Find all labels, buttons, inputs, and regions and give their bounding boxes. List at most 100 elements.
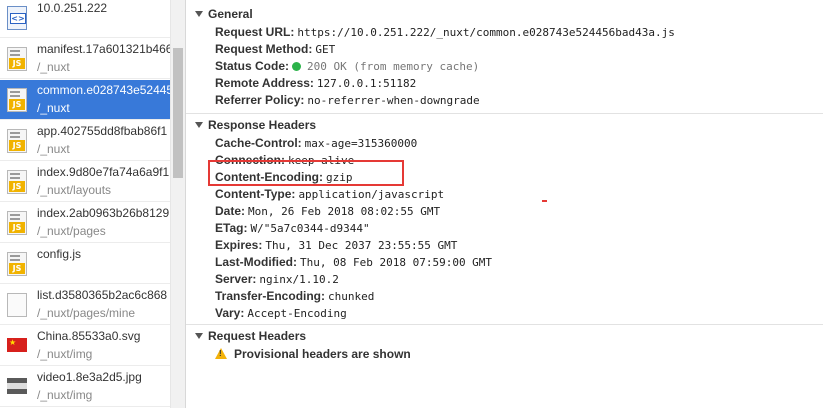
file-icon bbox=[7, 293, 27, 317]
request-path: /_nuxt/pages/mine bbox=[37, 306, 136, 320]
request-path: /_nuxt/pages bbox=[37, 224, 106, 238]
request-path: /_nuxt bbox=[37, 60, 70, 74]
js-file-icon: JS bbox=[7, 211, 27, 235]
header-key: Transfer-Encoding: bbox=[215, 289, 326, 303]
request-headers-section-title: Request Headers bbox=[208, 329, 307, 343]
general-section-toggle[interactable]: General bbox=[195, 7, 253, 21]
request-headers-section-toggle[interactable]: Request Headers bbox=[195, 329, 306, 343]
request-row[interactable]: <> 10.0.251.222 bbox=[0, 0, 170, 38]
remote-address-row: Remote Address: 127.0.0.1:51182 bbox=[215, 75, 416, 92]
response-header-row: Vary: Accept-Encoding bbox=[215, 305, 347, 322]
response-header-row: Date: Mon, 26 Feb 2018 08:02:55 GMT bbox=[215, 203, 440, 220]
expand-triangle-icon bbox=[195, 333, 203, 339]
status-code-value: 200 OK (from memory cache) bbox=[307, 60, 480, 73]
status-ok-dot-icon bbox=[292, 62, 302, 71]
response-header-row: Expires: Thu, 31 Dec 2037 23:55:55 GMT bbox=[215, 237, 457, 254]
request-name: list.d3580365b2ac6c868 bbox=[37, 288, 168, 302]
expand-triangle-icon bbox=[195, 122, 203, 128]
referrer-policy-value: no-referrer-when-downgrade bbox=[307, 94, 480, 107]
general-section-title: General bbox=[208, 7, 253, 21]
header-value: Thu, 31 Dec 2037 23:55:55 GMT bbox=[265, 239, 458, 252]
request-name: index.9d80e7fa74a6a9f1 bbox=[37, 165, 170, 179]
request-name: common.e028743e52445 bbox=[37, 83, 170, 97]
request-name: index.2ab0963b26b8129 bbox=[37, 206, 170, 220]
image-thumbnail-icon bbox=[7, 378, 27, 394]
request-name: config.js bbox=[37, 247, 82, 261]
js-file-icon: JS bbox=[7, 170, 27, 194]
header-value: chunked bbox=[328, 290, 375, 303]
request-method-row: Request Method: GET bbox=[215, 41, 335, 58]
response-headers-section-title: Response Headers bbox=[208, 118, 317, 132]
request-path: /_nuxt/layouts bbox=[37, 183, 112, 197]
remote-address-label: Remote Address: bbox=[215, 76, 314, 90]
provisional-headers-warning: Provisional headers are shown bbox=[215, 347, 411, 361]
request-name: app.402755dd8fbab86f1 bbox=[37, 124, 168, 138]
request-row[interactable]: list.d3580365b2ac6c868 /_nuxt/pages/mine bbox=[0, 285, 170, 325]
js-file-icon: JS bbox=[7, 129, 27, 153]
header-value: Mon, 26 Feb 2018 08:02:55 GMT bbox=[248, 205, 441, 218]
expand-triangle-icon bbox=[195, 11, 203, 17]
header-key: Server: bbox=[215, 272, 257, 286]
js-file-icon: JS bbox=[7, 88, 27, 112]
request-row[interactable]: JS index.9d80e7fa74a6a9f1 /_nuxt/layouts bbox=[0, 162, 170, 202]
js-file-icon: JS bbox=[7, 252, 27, 276]
referrer-policy-row: Referrer Policy: no-referrer-when-downgra… bbox=[215, 92, 480, 109]
response-header-row: Content-Type: application/javascript bbox=[215, 186, 444, 203]
status-code-row: Status Code: 200 OK (from memory cache) bbox=[215, 58, 479, 75]
header-value: nginx/1.10.2 bbox=[259, 273, 339, 286]
header-value: W/"5a7c0344-d9344" bbox=[250, 222, 370, 235]
request-row[interactable]: video1.8e3a2d5.jpg /_nuxt/img bbox=[0, 367, 170, 407]
provisional-headers-text: Provisional headers are shown bbox=[234, 347, 411, 361]
remote-address-value: 127.0.0.1:51182 bbox=[316, 77, 417, 90]
request-method-label: Request Method: bbox=[215, 42, 313, 56]
request-path: /_nuxt bbox=[37, 142, 70, 156]
header-key: ETag: bbox=[215, 221, 248, 235]
response-header-row: Last-Modified: Thu, 08 Feb 2018 07:59:00 … bbox=[215, 254, 492, 271]
status-code-label: Status Code: bbox=[215, 59, 290, 73]
response-headers-section-toggle[interactable]: Response Headers bbox=[195, 118, 316, 132]
header-value: Accept-Encoding bbox=[247, 307, 347, 320]
response-header-row: Server: nginx/1.10.2 bbox=[215, 271, 339, 288]
request-url-value: https://10.0.251.222/_nuxt/common.e02874… bbox=[297, 26, 675, 39]
response-header-row: ETag: W/"5a7c0344-d9344" bbox=[215, 220, 370, 237]
request-row[interactable]: JS app.402755dd8fbab86f1 /_nuxt bbox=[0, 121, 170, 161]
request-row[interactable]: JS config.js bbox=[0, 244, 170, 284]
html-document-icon: <> bbox=[7, 6, 27, 30]
request-path: /_nuxt bbox=[37, 101, 70, 115]
request-path: /_nuxt/img bbox=[37, 347, 93, 361]
china-flag-icon: ★ bbox=[7, 338, 27, 352]
section-divider bbox=[186, 324, 823, 325]
request-row[interactable]: JS index.2ab0963b26b8129 /_nuxt/pages bbox=[0, 203, 170, 243]
annotation-mark bbox=[542, 200, 547, 202]
header-key: Content-Type: bbox=[215, 187, 296, 201]
request-url-label: Request URL: bbox=[215, 25, 295, 39]
request-list: <> 10.0.251.222 JS manifest.17a601321b466 /_… bbox=[0, 0, 170, 408]
js-file-icon: JS bbox=[7, 47, 27, 71]
section-divider bbox=[186, 113, 823, 114]
header-key: Expires: bbox=[215, 238, 263, 252]
request-name: video1.8e3a2d5.jpg bbox=[37, 370, 142, 384]
request-method-value: GET bbox=[315, 43, 336, 56]
response-header-row: Transfer-Encoding: chunked bbox=[215, 288, 374, 305]
warning-icon bbox=[215, 348, 227, 359]
request-list-scrollbar[interactable] bbox=[170, 0, 185, 408]
request-row[interactable]: JS manifest.17a601321b466 /_nuxt bbox=[0, 39, 170, 79]
response-header-row: Cache-Control: max-age=315360000 bbox=[215, 135, 417, 152]
header-value: max-age=315360000 bbox=[304, 137, 418, 150]
header-value: application/javascript bbox=[298, 188, 445, 201]
header-key: Cache-Control: bbox=[215, 136, 302, 150]
request-row[interactable]: ★ China.85533a0.svg /_nuxt/img bbox=[0, 326, 170, 366]
header-key: Date: bbox=[215, 204, 246, 218]
request-row[interactable]: JS common.e028743e52445 /_nuxt bbox=[0, 80, 170, 120]
request-name: 10.0.251.222 bbox=[37, 1, 108, 15]
header-value: Thu, 08 Feb 2018 07:59:00 GMT bbox=[300, 256, 493, 269]
request-url-row: Request URL: https://10.0.251.222/_nuxt/c… bbox=[215, 24, 675, 41]
header-key: Vary: bbox=[215, 306, 245, 320]
referrer-policy-label: Referrer Policy: bbox=[215, 93, 305, 107]
annotation-highlight-box bbox=[208, 160, 404, 186]
header-key: Last-Modified: bbox=[215, 255, 297, 269]
scrollbar-thumb[interactable] bbox=[173, 48, 183, 178]
request-name: China.85533a0.svg bbox=[37, 329, 141, 343]
request-path: /_nuxt/img bbox=[37, 388, 93, 402]
headers-pane: General Request URL: https://10.0.251.222… bbox=[186, 0, 823, 408]
